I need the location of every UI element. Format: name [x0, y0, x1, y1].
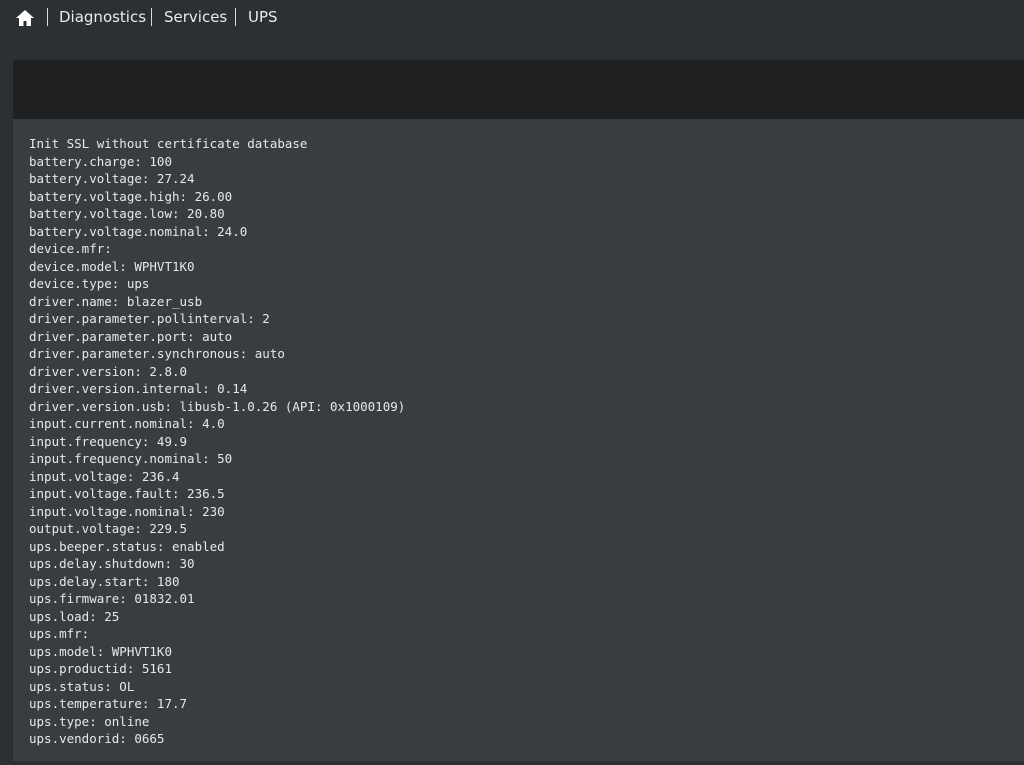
- output-line: input.current.nominal: 4.0: [29, 416, 225, 431]
- output-line: input.voltage: 236.4: [29, 468, 180, 484]
- output-line: battery.voltage.high: 26.00: [29, 188, 233, 204]
- output-line: battery.voltage.nominal: 24.0: [29, 223, 248, 239]
- breadcrumb-separator: [47, 8, 48, 26]
- breadcrumb-item-diagnostics[interactable]: Diagnostics: [59, 8, 146, 26]
- command-output: Init SSL without certificate database bat…: [29, 135, 405, 748]
- output-line: driver.parameter.port: auto: [29, 328, 233, 344]
- output-line: driver.name: blazer_usb: [29, 293, 203, 309]
- output-line: battery.voltage: 27.24: [29, 171, 195, 186]
- output-line: ups.delay.shutdown: 30: [29, 556, 195, 571]
- output-line: device.type: ups: [29, 276, 150, 291]
- output-line: ups.productid: 5161: [29, 661, 172, 676]
- output-line: ups.type: online: [29, 713, 150, 729]
- output-line: input.voltage.fault: 236.5: [29, 486, 225, 501]
- breadcrumb: Diagnostics Services UPS: [0, 0, 1024, 36]
- output-line: ups.load: 25: [29, 608, 120, 624]
- output-line: ups.status: OL: [29, 678, 135, 694]
- output-line: input.frequency.nominal: 50: [29, 451, 233, 466]
- output-line: driver.version: 2.8.0: [29, 363, 188, 379]
- output-line: driver.version.usb: libusb-1.0.26 (API: …: [29, 398, 406, 414]
- output-line: input.frequency: 49.9: [29, 433, 188, 449]
- output-line: input.voltage.nominal: 230: [29, 503, 225, 519]
- output-line: device.model: WPHVT1K0: [29, 258, 195, 274]
- output-line: ups.temperature: 17.7: [29, 696, 188, 711]
- output-line: ups.beeper.status: enabled: [29, 538, 225, 554]
- output-line: driver.parameter.pollinterval: 2: [29, 311, 270, 326]
- output-line: ups.firmware: 01832.01: [29, 591, 195, 606]
- breadcrumb-item-ups[interactable]: UPS: [248, 8, 278, 26]
- output-line: battery.voltage.low: 20.80: [29, 206, 225, 221]
- breadcrumb-separator: [235, 8, 236, 26]
- output-line: Init SSL without certificate database: [29, 136, 308, 151]
- output-line: device.mfr:: [29, 241, 112, 256]
- output-line: battery.charge: 100: [29, 153, 172, 169]
- output-line: ups.mfr:: [29, 626, 90, 641]
- output-line: driver.parameter.synchronous: auto: [29, 346, 285, 361]
- output-line: output.voltage: 229.5: [29, 521, 188, 536]
- home-icon[interactable]: [15, 9, 35, 27]
- breadcrumb-separator: [151, 8, 152, 26]
- output-line: ups.delay.start: 180: [29, 573, 180, 589]
- panel-header: [13, 60, 1024, 119]
- output-line: ups.vendorid: 0665: [29, 731, 165, 746]
- output-line: ups.model: WPHVT1K0: [29, 643, 172, 659]
- output-line: driver.version.internal: 0.14: [29, 381, 248, 396]
- breadcrumb-item-services[interactable]: Services: [164, 8, 227, 26]
- output-panel: Init SSL without certificate database bat…: [13, 119, 1024, 761]
